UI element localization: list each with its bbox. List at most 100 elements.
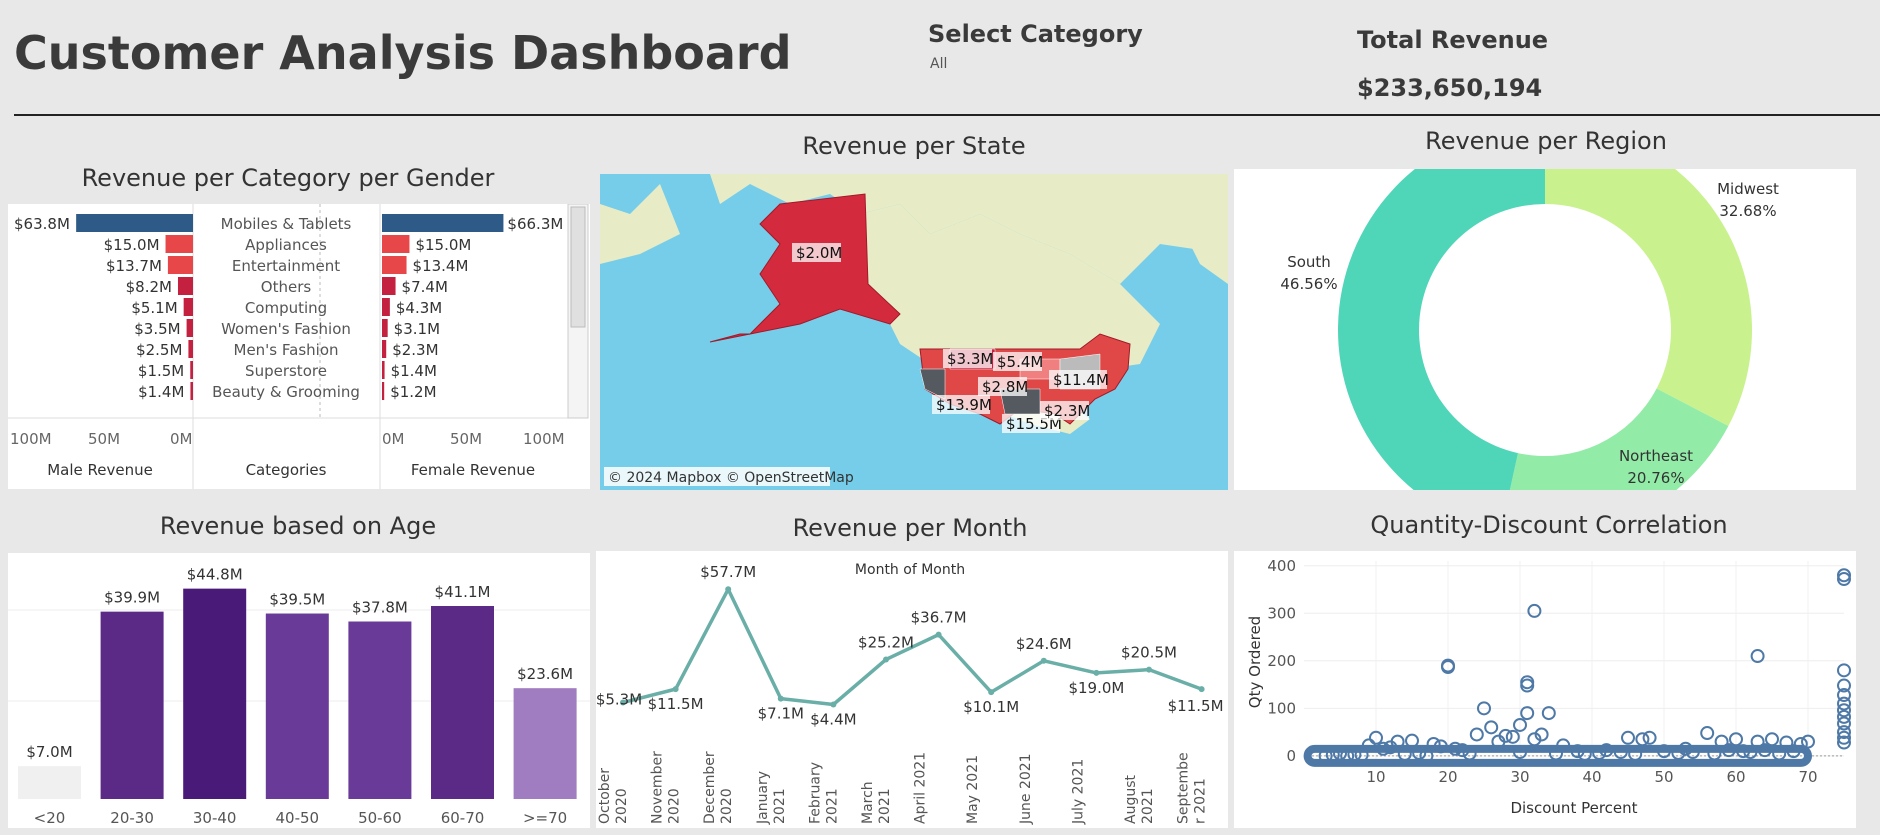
month-point[interactable]: [988, 689, 995, 696]
female-bar-women-s-fashion[interactable]: [382, 319, 388, 337]
age-category-label: 60-70: [441, 809, 485, 827]
age-value-label: $41.1M: [435, 583, 491, 601]
category-filter[interactable]: All: [930, 56, 947, 72]
male-value-label: $15.0M: [104, 236, 160, 254]
male-bar-appliances[interactable]: [165, 235, 193, 253]
female-value-label: $4.3M: [396, 299, 442, 317]
y-axis-label: Qty Ordered: [1246, 616, 1264, 708]
x-tick-label: 30: [1510, 768, 1529, 786]
gender-rows: $63.8M $66.3M Mobiles & Tablets $15.0M $15.0…: [14, 214, 563, 401]
scatter-point[interactable]: [1505, 729, 1520, 744]
state-map-panel[interactable]: $2.0M $3.3M $5.4M $2.8M $11.4M $13.9M $15.5M $2…: [600, 174, 1228, 490]
scatter-point[interactable]: [1469, 727, 1484, 742]
age-category-label: 30-40: [193, 809, 237, 827]
female-bar-superstore[interactable]: [382, 361, 385, 379]
age-category-label: 40-50: [276, 809, 320, 827]
male-tick-0m: 0M: [170, 430, 193, 448]
age-value-label: $39.5M: [269, 591, 325, 609]
male-bar-others[interactable]: [177, 277, 193, 295]
slice-south[interactable]: [1338, 169, 1545, 490]
month-point[interactable]: [725, 586, 732, 593]
scatter-point[interactable]: [1750, 649, 1765, 664]
female-value-label: $3.1M: [394, 320, 440, 338]
month-value-label: $20.5M: [1121, 644, 1177, 662]
scatter-point[interactable]: [1642, 730, 1657, 745]
month-point[interactable]: [1093, 669, 1100, 676]
x-tick-label: 60: [1726, 768, 1745, 786]
month-tick-label: February2021: [807, 762, 840, 824]
scatter-point[interactable]: [1541, 706, 1556, 721]
age-bar-20-30[interactable]: [100, 611, 164, 799]
month-value-label: $11.5M: [648, 695, 704, 713]
state-map[interactable]: $2.0M$3.3M $5.4M$2.8M $11.4M$13.9M$15.5M$2…: [600, 174, 1228, 490]
region-chart-title: Revenue per Region: [1425, 127, 1667, 155]
month-tick-label: October2020: [597, 768, 630, 824]
female-bar-men-s-fashion[interactable]: [382, 340, 387, 358]
female-bar-computing[interactable]: [382, 298, 390, 316]
scatter-point[interactable]: [1621, 730, 1635, 745]
region-name-label: Northeast: [1619, 447, 1693, 465]
scatter-point[interactable]: [1765, 732, 1779, 747]
male-bar-computing[interactable]: [183, 298, 193, 316]
map-attribution: © 2024 Mapbox © OpenStreetMap: [608, 470, 854, 486]
category-label: Appliances: [245, 236, 327, 254]
female-bar-appliances[interactable]: [382, 235, 410, 253]
age-bar-60-70[interactable]: [431, 606, 494, 799]
age-value-label: $7.0M: [26, 743, 72, 761]
month-value-label: $25.2M: [858, 633, 914, 651]
month-point[interactable]: [935, 631, 942, 638]
age-bar-50-60[interactable]: [348, 621, 412, 799]
female-bar-mobiles-tablets[interactable]: [382, 214, 504, 232]
month-value-label: $10.1M: [963, 698, 1019, 716]
age-category-label: 50-60: [358, 809, 402, 827]
female-value-label: $2.3M: [392, 341, 438, 359]
month-point[interactable]: [1146, 666, 1152, 673]
month-point[interactable]: [830, 701, 837, 708]
category-label: Computing: [245, 299, 327, 317]
scatter-point[interactable]: [1520, 706, 1535, 721]
age-bar-70[interactable]: [513, 688, 577, 799]
month-point[interactable]: [1198, 686, 1205, 693]
age-bar-20[interactable]: [18, 766, 81, 799]
age-bar-30-40[interactable]: [183, 588, 247, 799]
female-bar-beauty-grooming[interactable]: [382, 382, 385, 400]
month-point[interactable]: [777, 695, 784, 702]
category-label: Men's Fashion: [234, 341, 339, 359]
x-tick-label: 40: [1582, 768, 1601, 786]
age-category-label: <20: [34, 809, 66, 827]
map-value-label: $13.9M: [936, 396, 992, 414]
scatter-point[interactable]: [1484, 720, 1499, 735]
scatter-point[interactable]: [1700, 726, 1715, 741]
scatter-point[interactable]: [1527, 603, 1542, 618]
map-value-label: $3.3M: [947, 350, 993, 368]
age-value-label: $44.8M: [187, 566, 243, 584]
month-value-label: $4.4M: [810, 710, 856, 728]
male-bar-men-s-fashion[interactable]: [188, 340, 193, 358]
age-value-label: $37.8M: [352, 599, 408, 617]
region-chart-panel: Midwest 32.68% Northeast 20.76% South 46.56%: [1234, 169, 1856, 490]
month-chart-subtitle: Month of Month: [855, 562, 965, 578]
state-california[interactable]: [919, 368, 946, 400]
category-label: Others: [261, 278, 312, 296]
month-tick-label: December2020: [702, 751, 735, 824]
month-point[interactable]: [883, 656, 889, 663]
category-label: Women's Fashion: [221, 320, 351, 338]
male-bar-superstore[interactable]: [190, 361, 193, 379]
male-bar-mobiles-tablets[interactable]: [76, 214, 193, 232]
month-chart-title: Revenue per Month: [792, 514, 1028, 542]
month-point[interactable]: [1040, 657, 1047, 664]
male-bar-entertainment[interactable]: [167, 256, 193, 274]
y-tick-label: 200: [1267, 652, 1296, 670]
male-bar-beauty-grooming[interactable]: [190, 382, 193, 400]
month-value-label: $7.1M: [758, 705, 804, 723]
scatter-point[interactable]: [1837, 663, 1851, 678]
scrollbar-thumb[interactable]: [570, 206, 586, 328]
female-bar-others[interactable]: [382, 277, 396, 295]
month-point[interactable]: [672, 686, 679, 693]
month-tick-label: January2021: [755, 771, 788, 825]
male-value-label: $5.1M: [131, 299, 177, 317]
age-bar-40-50[interactable]: [265, 613, 329, 799]
male-bar-women-s-fashion[interactable]: [186, 319, 193, 337]
scatter-point[interactable]: [1405, 733, 1419, 748]
female-bar-entertainment[interactable]: [382, 256, 407, 274]
